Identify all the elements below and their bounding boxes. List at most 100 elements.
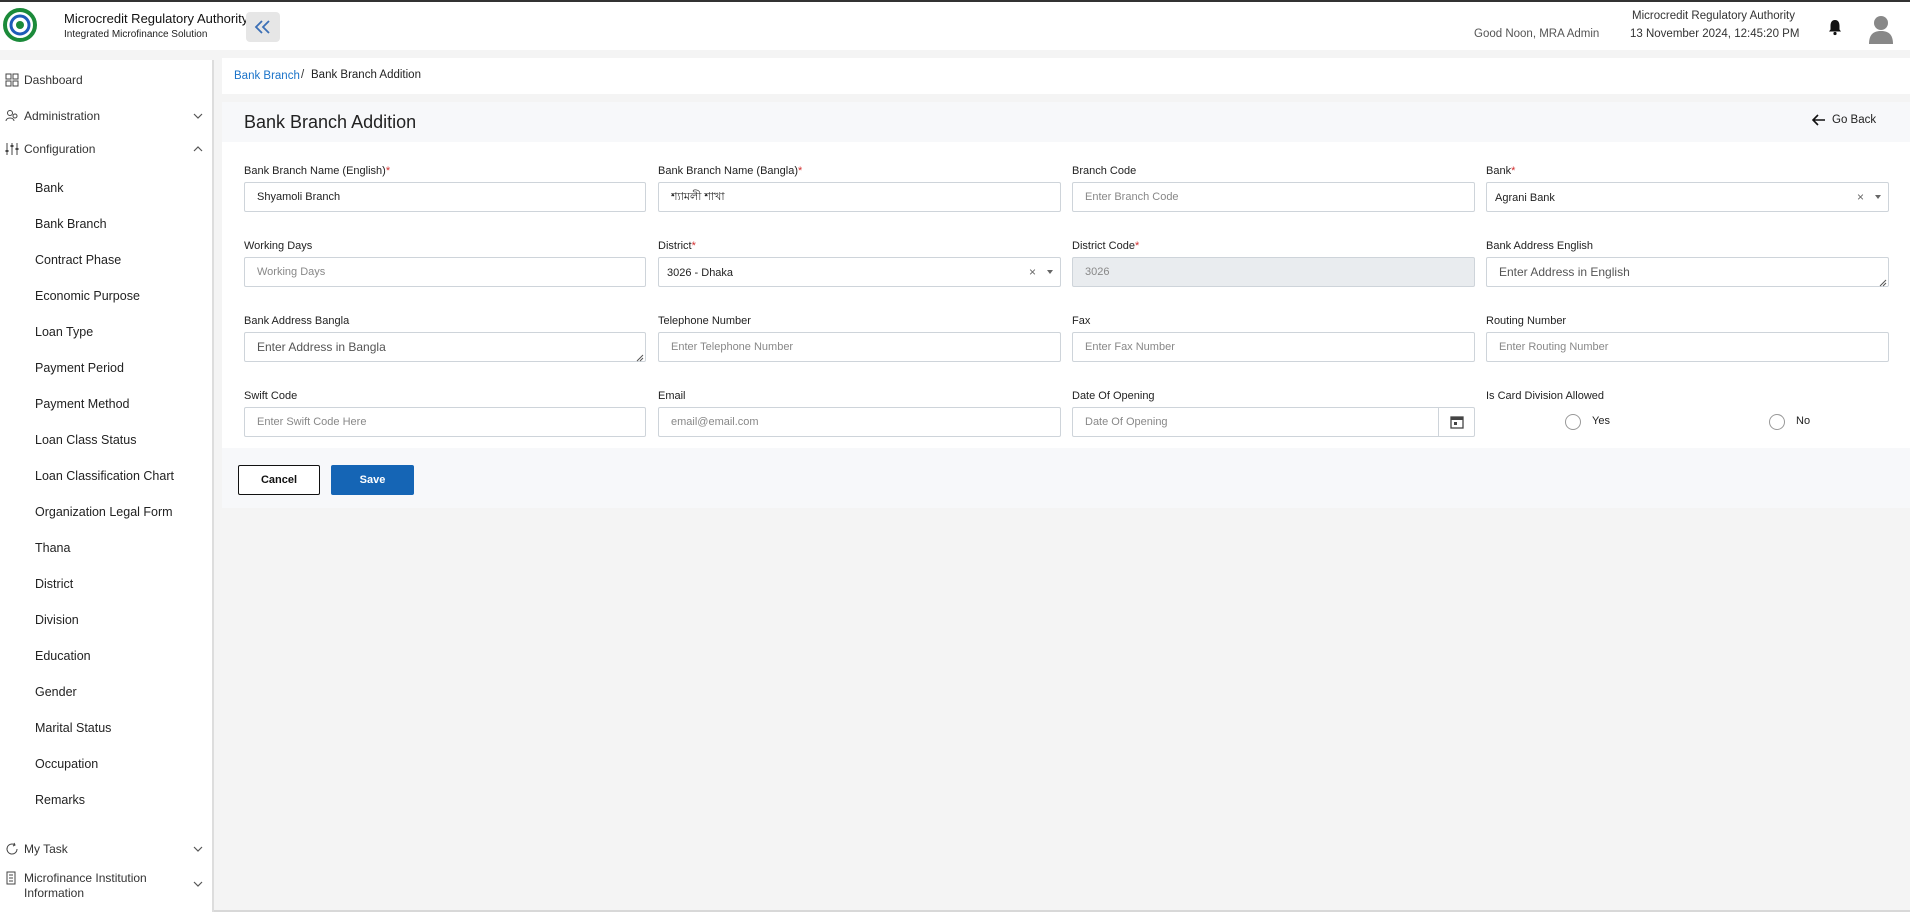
address-bn-label: Bank Address Bangla [244,315,350,327]
calendar-button[interactable] [1438,407,1474,437]
date-opening-label: Date Of Opening [1072,390,1155,402]
card-division-no-label: No [1796,415,1811,427]
fax-number-input[interactable] [1072,332,1475,362]
org-name: Microcredit Regulatory Authority [1632,10,1795,22]
sidebar-item-economic-purpose[interactable]: Economic Purpose [35,289,140,303]
name-bn-label: Bank Branch Name (Bangla)* [658,165,802,177]
district-code-input [1072,257,1475,287]
mfi-label-text: Microfinance Institution Information [24,871,147,900]
go-back-button[interactable]: Go Back [1812,114,1876,126]
sidebar-item-mfi-information[interactable]: Microfinance Institution Information [0,870,210,904]
sidebar-item-district[interactable]: District [35,577,73,591]
sidebar-item-division[interactable]: Division [35,613,79,627]
sidebar-item-marital-status[interactable]: Marital Status [35,721,111,735]
sidebar-item-dashboard[interactable]: Dashboard [0,68,210,92]
card-division-yes-radio[interactable] [1565,414,1581,430]
sidebar-item-education[interactable]: Education [35,649,91,663]
resize-handle-icon[interactable] [1879,279,1887,287]
sidebar-item-gender[interactable]: Gender [35,685,77,699]
breadcrumb-link-bank-branch[interactable]: Bank Branch [234,70,300,82]
sidebar-item-label: Configuration [24,142,96,156]
breadcrumb-current: Bank Branch Addition [311,69,421,81]
chevron-up-icon [193,146,203,152]
date-of-opening-input[interactable] [1072,407,1475,437]
routing-label: Routing Number [1486,315,1567,327]
sidebar-item-remarks[interactable]: Remarks [35,793,85,807]
telephone-number-input[interactable] [658,332,1061,362]
working-days-label: Working Days [244,240,313,252]
required-mark: * [385,165,391,177]
cancel-button[interactable]: Cancel [238,465,320,495]
sidebar-item-bank[interactable]: Bank [35,181,64,195]
user-avatar-icon[interactable] [1868,14,1894,44]
mra-logo [3,8,37,42]
sidebar: Dashboard Administration Configuration B… [0,60,214,912]
name-en-label-text: Bank Branch Name (English) [244,165,386,177]
grid-icon [5,73,19,87]
sidebar-item-organization-legal-form[interactable]: Organization Legal Form [35,505,173,519]
app-subtitle: Integrated Microfinance Solution [64,29,208,40]
bank-branch-name-english-input[interactable] [244,182,646,212]
working-days-input[interactable] [244,257,646,287]
sidebar-item-loan-classification-chart[interactable]: Loan Classification Chart [35,469,174,483]
chevron-down-icon [193,881,203,887]
people-icon [5,110,18,122]
go-back-label: Go Back [1832,114,1877,126]
sliders-icon [5,143,19,155]
sidebar-item-loan-class-status[interactable]: Loan Class Status [35,433,136,447]
arrow-left-icon [1812,114,1825,126]
sidebar-item-payment-period[interactable]: Payment Period [35,361,124,375]
sidebar-item-administration[interactable]: Administration [0,104,210,128]
page-title: Bank Branch Addition [244,112,417,132]
branch-code-input[interactable] [1072,182,1475,212]
swift-code-input[interactable] [244,407,646,437]
swift-label: Swift Code [244,390,298,402]
sidebar-item-my-task[interactable]: My Task [0,837,210,861]
form-card-header: Bank Branch Addition Go Back [222,102,1910,142]
clear-icon[interactable]: × [1857,190,1864,204]
calendar-icon [1449,416,1464,429]
app-name: Microcredit Regulatory Authority [64,11,249,26]
current-datetime: 13 November 2024, 12:45:20 PM [1630,28,1800,40]
bank-select[interactable]: Agrani Bank × [1486,182,1889,212]
bank-label: Bank* [1486,165,1515,177]
bank-label-text: Bank [1486,165,1512,177]
chevron-down-icon [193,113,203,119]
bank-address-bangla-input[interactable] [244,332,646,362]
bank-branch-name-bangla-input[interactable] [658,182,1061,212]
sidebar-collapse-button[interactable] [246,12,280,42]
district-label-text: District [658,240,692,252]
bank-select-value: Agrani Bank [1495,192,1555,204]
bell-icon[interactable] [1826,18,1844,36]
sidebar-item-loan-type[interactable]: Loan Type [35,325,93,339]
routing-number-input[interactable] [1486,332,1889,362]
telephone-label: Telephone Number [658,315,751,327]
bank-address-english-input[interactable] [1486,257,1889,287]
sidebar-item-contract-phase[interactable]: Contract Phase [35,253,121,267]
sidebar-item-label: Administration [24,109,101,123]
email-input[interactable] [658,407,1061,437]
district-code-label: District Code* [1072,240,1139,252]
building-icon [6,871,16,885]
district-code-label-text: District Code [1072,240,1135,252]
form-actions-bar [222,448,1910,508]
address-en-label: Bank Address English [1486,240,1594,252]
branch-code-label: Branch Code [1072,165,1137,177]
sidebar-item-payment-method[interactable]: Payment Method [35,397,130,411]
district-select-value: 3026 - Dhaka [667,267,734,279]
district-select[interactable]: 3026 - Dhaka × [658,257,1061,287]
sidebar-item-thana[interactable]: Thana [35,541,70,555]
sidebar-item-occupation[interactable]: Occupation [35,757,98,771]
required-mark: * [1511,165,1516,177]
card-division-yes-label: Yes [1592,415,1610,427]
refresh-icon [6,842,18,855]
sidebar-item-bank-branch[interactable]: Bank Branch [35,217,107,231]
card-division-no-radio[interactable] [1769,414,1785,430]
sidebar-item-label: My Task [24,842,68,856]
user-greeting: Good Noon, MRA Admin [1474,28,1600,40]
save-button[interactable]: Save [331,465,414,495]
required-mark: * [691,240,696,252]
clear-icon[interactable]: × [1029,265,1036,279]
sidebar-item-configuration[interactable]: Configuration [0,137,210,161]
resize-handle-icon[interactable] [636,354,644,362]
